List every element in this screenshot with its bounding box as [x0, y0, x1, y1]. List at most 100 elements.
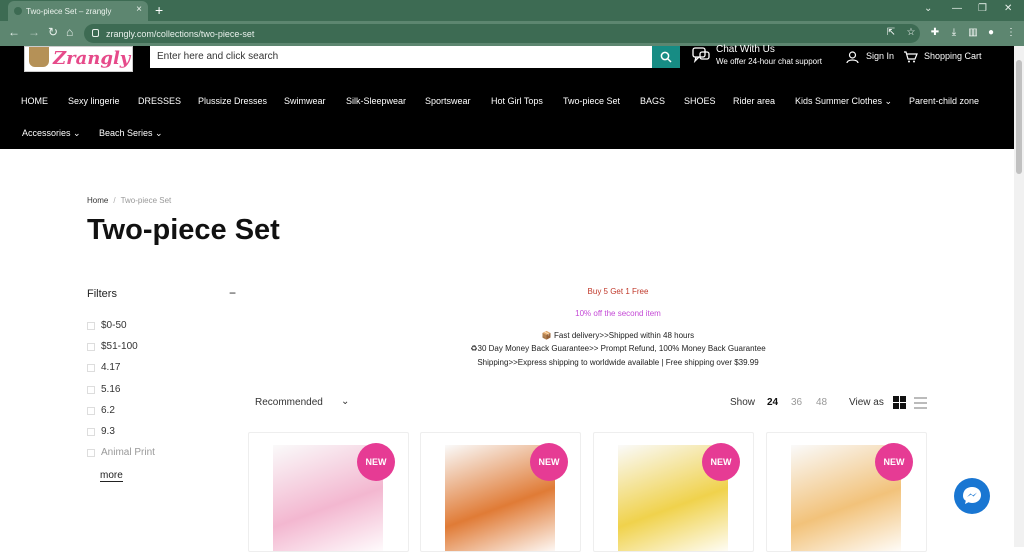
- browser-tab-strip: Two-piece Set – zrangly × + ⌄ — ❐ ✕: [0, 0, 1024, 21]
- logo-cat-icon: [29, 47, 49, 67]
- nav-parent-child-zone[interactable]: Parent-child zone: [909, 96, 979, 106]
- filters-collapse-icon[interactable]: −: [229, 286, 236, 300]
- home-icon[interactable]: ⌂: [66, 25, 73, 39]
- checkbox[interactable]: [87, 385, 95, 394]
- filter-option[interactable]: 6.2: [87, 405, 115, 416]
- filter-option[interactable]: Animal Print: [87, 447, 155, 458]
- close-window-icon[interactable]: ✕: [1004, 3, 1012, 14]
- profile-avatar-icon[interactable]: ●: [985, 27, 997, 39]
- sort-select[interactable]: Recommended: [255, 397, 323, 408]
- filter-label: 5.16: [101, 384, 121, 395]
- bookmark-star-icon[interactable]: ☆: [905, 27, 917, 39]
- tab-title: Two-piece Set – zrangly: [26, 6, 112, 16]
- nav-home[interactable]: HOME: [21, 96, 48, 106]
- logo-text: Zrangly: [53, 48, 131, 69]
- filter-option[interactable]: 4.17: [87, 362, 120, 373]
- show-36[interactable]: 36: [791, 397, 802, 408]
- filter-option[interactable]: 9.3: [87, 426, 115, 437]
- chevron-down-icon[interactable]: ⌄: [341, 396, 349, 407]
- extensions-icon[interactable]: ✚: [929, 27, 941, 39]
- scrollbar-thumb[interactable]: [1016, 60, 1022, 174]
- checkbox[interactable]: [87, 406, 95, 415]
- promo-guarantee: ♻30 Day Money Back Guarantee>> Prompt Re…: [470, 344, 766, 353]
- filter-option[interactable]: $0-50: [87, 320, 127, 331]
- reload-icon[interactable]: ↻: [48, 25, 58, 39]
- new-badge: NEW: [702, 443, 740, 481]
- nav-dresses[interactable]: DRESSES: [138, 96, 181, 106]
- list-view-icon[interactable]: [914, 397, 927, 409]
- tab-favicon-icon: [14, 7, 22, 15]
- sidepanel-icon[interactable]: ▥: [967, 27, 979, 39]
- lock-icon: [92, 29, 99, 37]
- breadcrumb-home[interactable]: Home: [87, 196, 108, 205]
- filter-label: 4.17: [101, 362, 121, 373]
- shopping-cart-link[interactable]: Shopping Cart: [924, 51, 982, 61]
- filters-heading[interactable]: Filters: [87, 288, 117, 300]
- messenger-icon: [963, 487, 981, 504]
- view-as-label: View as: [849, 397, 884, 408]
- checkbox[interactable]: [87, 363, 95, 372]
- nav-accessories[interactable]: Accessories ⌄: [22, 128, 81, 139]
- filter-option[interactable]: 5.16: [87, 384, 120, 395]
- minimize-icon[interactable]: —: [952, 3, 962, 14]
- checkbox[interactable]: [87, 321, 95, 330]
- share-icon[interactable]: ⇱: [885, 27, 897, 39]
- back-icon[interactable]: ←: [8, 25, 20, 39]
- show-label: Show: [730, 397, 756, 408]
- grid-view-icon[interactable]: [893, 396, 906, 409]
- restore-icon[interactable]: ❐: [978, 3, 987, 14]
- nav-sportswear[interactable]: Sportswear: [425, 96, 471, 106]
- filter-label: 6.2: [101, 405, 115, 416]
- new-badge: NEW: [875, 443, 913, 481]
- chat-bubble-icon: [692, 47, 710, 64]
- chat-subtitle: We offer 24-hour chat support: [716, 57, 822, 66]
- show-24[interactable]: 24: [767, 397, 778, 408]
- filter-label: 9.3: [101, 426, 115, 437]
- filter-label: $51-100: [101, 341, 138, 352]
- forward-icon[interactable]: →: [28, 25, 40, 39]
- site-header: Zrangly Enter here and click search Chat…: [0, 44, 1014, 149]
- nav-rider-area[interactable]: Rider area: [733, 96, 775, 106]
- cart-icon[interactable]: [903, 51, 918, 65]
- breadcrumb: Home / Two-piece Set: [87, 196, 171, 205]
- filter-option[interactable]: $51-100: [87, 341, 138, 352]
- search-button[interactable]: [652, 46, 680, 68]
- sign-in-link[interactable]: Sign In: [866, 51, 894, 61]
- promo-buy5: Buy 5 Get 1 Free: [587, 287, 649, 296]
- chat-title: Chat With Us: [716, 44, 775, 55]
- browser-menu-icon[interactable]: ⋮: [1005, 27, 1017, 39]
- breadcrumb-separator: /: [113, 196, 116, 205]
- nav-shoes[interactable]: SHOES: [684, 96, 716, 106]
- download-icon[interactable]: ⤓: [948, 27, 960, 39]
- new-badge: NEW: [530, 443, 568, 481]
- page-title: Two-piece Set: [87, 214, 280, 246]
- checkbox[interactable]: [87, 342, 95, 351]
- tab-search-chevron-icon[interactable]: ⌄: [924, 3, 932, 14]
- nav-plussize-dresses[interactable]: Plussize Dresses: [198, 96, 267, 106]
- nav-sexy-lingerie[interactable]: Sexy lingerie: [68, 96, 120, 106]
- url-text: zrangly.com/collections/two-piece-set: [106, 28, 255, 39]
- site-logo[interactable]: Zrangly: [24, 46, 133, 72]
- filters-more-link[interactable]: more: [100, 470, 123, 482]
- new-badge: NEW: [357, 443, 395, 481]
- checkbox[interactable]: [87, 448, 95, 457]
- breadcrumb-current: Two-piece Set: [120, 196, 172, 205]
- promo-shipping: Shipping>>Express shipping to worldwide …: [477, 358, 759, 367]
- nav-kids-summer-clothes[interactable]: Kids Summer Clothes ⌄: [795, 96, 892, 107]
- nav-hot-girl-tops[interactable]: Hot Girl Tops: [491, 96, 543, 106]
- nav-silk-sleepwear[interactable]: Silk-Sleepwear: [346, 96, 406, 106]
- user-icon[interactable]: [846, 51, 859, 65]
- new-tab-button[interactable]: +: [155, 2, 163, 18]
- nav-beach-series[interactable]: Beach Series ⌄: [99, 128, 163, 139]
- tab-close-icon[interactable]: ×: [136, 4, 142, 15]
- show-48[interactable]: 48: [816, 397, 827, 408]
- browser-tab[interactable]: Two-piece Set – zrangly ×: [8, 1, 148, 21]
- url-field[interactable]: zrangly.com/collections/two-piece-set: [84, 24, 920, 43]
- nav-two-piece-set[interactable]: Two-piece Set: [563, 96, 620, 106]
- search-input[interactable]: Enter here and click search: [150, 46, 652, 68]
- nav-swimwear[interactable]: Swimwear: [284, 96, 326, 106]
- chat-fab-button[interactable]: [954, 478, 990, 514]
- address-bar-row: ← → ↻ ⌂ zrangly.com/collections/two-piec…: [0, 21, 1024, 46]
- checkbox[interactable]: [87, 427, 95, 436]
- nav-bags[interactable]: BAGS: [640, 96, 665, 106]
